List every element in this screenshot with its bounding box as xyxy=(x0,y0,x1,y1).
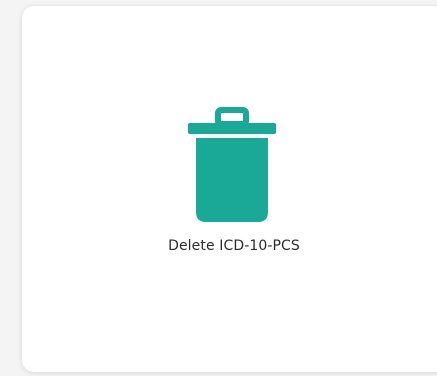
delete-icd10pcs-card[interactable]: Delete ICD-10-PCS xyxy=(22,6,437,372)
card-label: Delete ICD-10-PCS xyxy=(168,238,300,254)
trash-icon xyxy=(184,102,280,230)
